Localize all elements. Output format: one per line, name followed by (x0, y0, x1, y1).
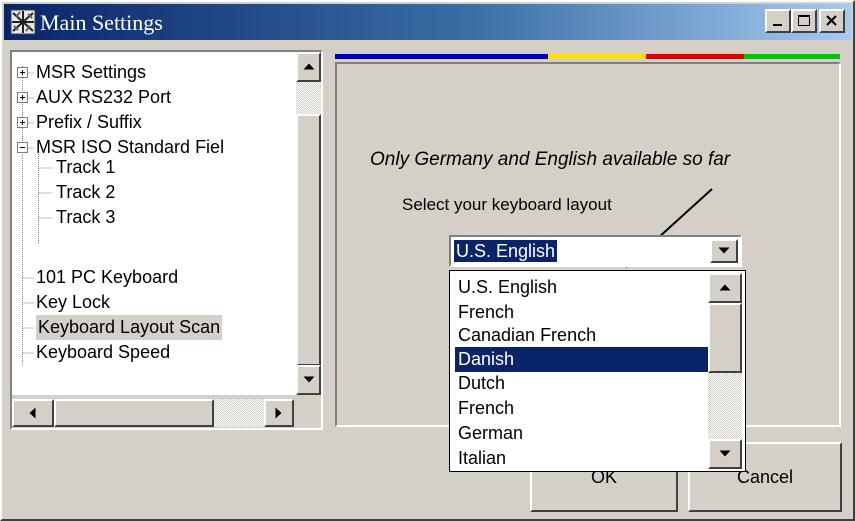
scroll-down-button[interactable] (296, 365, 321, 395)
color-strip-yellow (548, 54, 646, 59)
keyboard-layout-value: U.S. English (454, 240, 558, 262)
arrow-down-icon (303, 376, 314, 383)
color-strip-blue (335, 54, 548, 59)
tree-item-track-2[interactable]: Track 2 (56, 180, 115, 205)
tree-vertical-scrollbar[interactable] (296, 52, 321, 395)
tree-item-aux-rs232-port[interactable]: AUX RS232 Port (36, 85, 171, 110)
expand-icon[interactable] (17, 92, 28, 103)
dropdown-option[interactable]: U.S. English (455, 275, 710, 300)
dropdown-button[interactable] (710, 239, 738, 263)
scroll-track[interactable] (708, 373, 742, 439)
arrow-down-icon (719, 450, 731, 457)
scroll-thumb[interactable] (708, 303, 742, 373)
color-strip-red (646, 54, 744, 59)
arrow-right-icon (275, 407, 282, 419)
dropdown-option[interactable]: Italian (455, 446, 710, 471)
scroll-left-button[interactable] (12, 399, 54, 427)
tree-item-prefix-suffix[interactable]: Prefix / Suffix (36, 110, 142, 135)
chevron-down-icon (718, 247, 730, 254)
color-strip-green (744, 54, 840, 59)
dropdown-option[interactable]: Canadian French (455, 323, 710, 348)
settings-window: Main Settings MSR Settings AUX RS232 Por… (0, 0, 855, 521)
hint-text: Only Germany and English available so fa… (370, 149, 731, 170)
tree-item-keyboard-layout-scan[interactable]: Keyboard Layout Scan (36, 315, 223, 340)
tree-item-101-pc-keyboard[interactable]: 101 PC Keyboard (36, 265, 178, 290)
scroll-right-button[interactable] (264, 399, 294, 427)
arrow-left-icon (29, 407, 36, 419)
tree-horizontal-scrollbar[interactable] (12, 395, 296, 428)
window-title: Main Settings (40, 10, 163, 35)
keyboard-layout-label: Select your keyboard layout (402, 195, 612, 214)
scroll-down-button[interactable] (708, 439, 742, 469)
dropdown-option[interactable]: French (455, 300, 710, 325)
scroll-up-button[interactable] (296, 52, 321, 82)
scroll-thumb[interactable] (296, 114, 321, 366)
keyboard-layout-select[interactable]: U.S. English (449, 235, 742, 267)
scroll-thumb[interactable] (54, 399, 214, 427)
maximize-icon (798, 15, 810, 26)
tree-item-key-lock[interactable]: Key Lock (36, 290, 110, 315)
scroll-up-button[interactable] (708, 273, 742, 303)
expand-icon[interactable] (17, 67, 28, 78)
dropdown-scrollbar[interactable] (708, 273, 742, 469)
arrow-up-icon (719, 284, 731, 291)
title-bar[interactable]: Main Settings (4, 4, 851, 40)
arrow-up-icon (303, 63, 314, 70)
dropdown-option-highlighted[interactable]: Danish (455, 347, 710, 372)
dropdown-option[interactable]: German (455, 421, 710, 446)
tree-item-keyboard-speed[interactable]: Keyboard Speed (36, 340, 170, 365)
tree-item-track-3[interactable]: Track 3 (56, 205, 115, 230)
minimize-button[interactable] (765, 9, 791, 33)
maximize-button[interactable] (791, 9, 817, 33)
scroll-corner (296, 395, 321, 428)
close-button[interactable] (819, 9, 845, 33)
dropdown-option[interactable]: Dutch (455, 371, 710, 396)
close-icon (826, 15, 837, 26)
expand-icon[interactable] (17, 117, 28, 128)
minimize-icon (773, 24, 782, 26)
tree-item-msr-settings[interactable]: MSR Settings (36, 60, 146, 85)
tree-item-track-1[interactable]: Track 1 (56, 155, 115, 180)
collapse-icon[interactable] (17, 142, 28, 153)
settings-tree[interactable]: MSR Settings AUX RS232 Port Prefix / Suf… (10, 50, 323, 430)
dropdown-option[interactable]: French (455, 396, 710, 421)
app-icon (10, 9, 36, 35)
scroll-track[interactable] (214, 399, 264, 427)
keyboard-layout-dropdown[interactable]: U.S. English French Canadian French Dani… (449, 270, 746, 472)
